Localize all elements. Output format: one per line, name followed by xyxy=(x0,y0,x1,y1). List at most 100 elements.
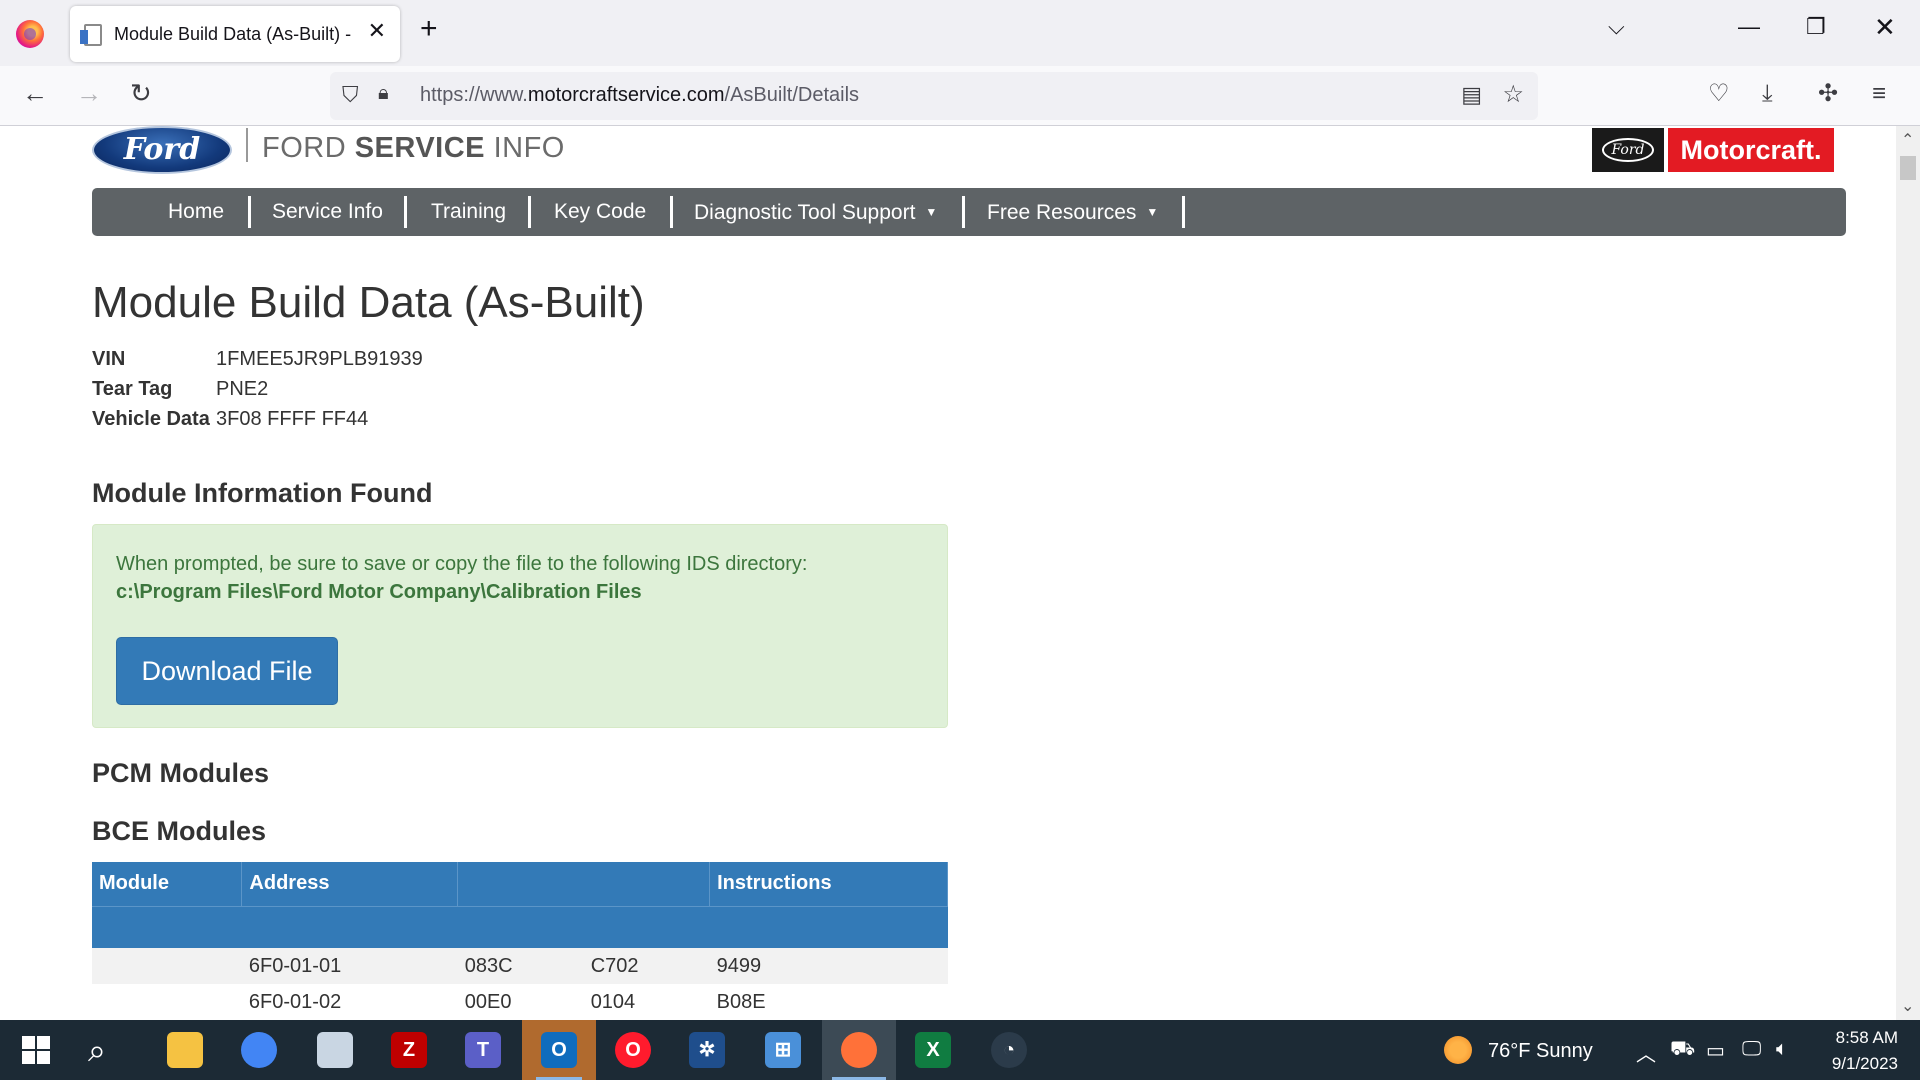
table-subheader-row xyxy=(92,906,948,948)
table-cell: 6F0-01-01 xyxy=(241,948,458,984)
table-cell: 083C xyxy=(457,948,584,984)
nav-service-info[interactable]: Service Info xyxy=(272,188,383,236)
download-file-button[interactable]: Download File xyxy=(116,637,338,705)
lock-icon[interactable]: 🔒︎ xyxy=(378,82,389,105)
taskbar-app-excel[interactable]: X xyxy=(896,1020,970,1080)
tray-chevron-up-icon[interactable]: ︿ xyxy=(1636,1038,1656,1067)
tear-tag-value: PNE2 xyxy=(216,378,269,400)
downloads-icon[interactable]: ⤓ xyxy=(1762,82,1773,106)
windows-start-icon[interactable] xyxy=(22,1036,50,1064)
window-restore-icon[interactable]: ❐ xyxy=(1806,16,1826,38)
browser-tab-active[interactable]: Module Build Data (As-Built) - Ford ✕ xyxy=(70,6,400,62)
tracking-shield-icon[interactable]: ⛉ xyxy=(342,82,359,108)
forward-arrow-icon[interactable]: → xyxy=(76,80,102,106)
nav-diagnostic-tool-support[interactable]: Diagnostic Tool Support ▼ xyxy=(694,188,937,236)
module-info-heading: Module Information Found xyxy=(92,478,433,508)
scroll-thumb[interactable] xyxy=(1900,156,1916,180)
excel-icon: X xyxy=(915,1032,951,1068)
page-scrollbar[interactable]: ⌃ ⌄ xyxy=(1896,126,1920,1020)
clock-app-icon: ◔ xyxy=(991,1032,1027,1068)
clock-date[interactable]: 9/1/2023 xyxy=(1808,1054,1898,1074)
taskbar-app-chrome[interactable] xyxy=(222,1020,296,1080)
window-close-icon[interactable]: ✕ xyxy=(1874,14,1896,40)
paint-icon xyxy=(317,1032,353,1068)
firefox-icon xyxy=(841,1032,877,1068)
nav-free-resources-label: Free Resources xyxy=(987,201,1137,224)
page-title: Module Build Data (As-Built) xyxy=(92,278,645,327)
taskbar-app-firefox[interactable] xyxy=(822,1020,896,1080)
taskbar-app-paint[interactable] xyxy=(298,1020,372,1080)
taskbar-app-network[interactable]: ⊞ xyxy=(746,1020,820,1080)
taskbar-app-opera[interactable]: O xyxy=(596,1020,670,1080)
taskbar-app-clock-app[interactable]: ◔ xyxy=(972,1020,1046,1080)
back-arrow-icon[interactable]: ← xyxy=(22,80,48,106)
weather-sun-icon[interactable] xyxy=(1444,1036,1472,1064)
table-cell xyxy=(92,984,242,1020)
hamburger-menu-icon[interactable]: ≡ xyxy=(1872,82,1886,106)
table-cell: B08E xyxy=(716,990,766,1013)
nav-key-code[interactable]: Key Code xyxy=(554,188,646,236)
nav-separator xyxy=(1182,196,1185,228)
reload-icon[interactable]: ↻ xyxy=(130,80,152,106)
nav-free-resources[interactable]: Free Resources ▼ xyxy=(987,188,1158,236)
bce-modules-heading: BCE Modules xyxy=(92,816,267,846)
firefox-logo-icon[interactable] xyxy=(16,20,44,48)
brand-bold: SERVICE xyxy=(354,132,486,164)
battery-icon[interactable]: ▭ xyxy=(1706,1038,1725,1063)
page-viewport: Ford FORD SERVICE INFO Ford Motorcraft. … xyxy=(0,126,1896,1020)
extensions-puzzle-icon[interactable]: ✣ xyxy=(1818,82,1838,106)
chrome-icon xyxy=(241,1032,277,1068)
outlook-icon: O xyxy=(541,1032,577,1068)
pcm-modules-heading: PCM Modules xyxy=(92,758,270,788)
table-cell xyxy=(92,948,242,984)
nav-separator xyxy=(404,196,407,228)
list-all-tabs-chevron-icon[interactable]: ⌵ xyxy=(1608,16,1625,38)
clock-time[interactable]: 8:58 AM xyxy=(1818,1028,1898,1048)
teams-icon: T xyxy=(465,1032,501,1068)
nav-home[interactable]: Home xyxy=(168,188,224,236)
brand-light-2: INFO xyxy=(485,132,565,164)
volume-icon[interactable]: 🔈︎ xyxy=(1776,1038,1788,1061)
table-cell: C702 xyxy=(583,948,710,984)
motorcraft-label: Motorcraft. xyxy=(1668,128,1834,172)
bce-modules-table: Module Address Instructions 6F0-01-01 08… xyxy=(92,862,948,1020)
url-host: motorcraftservice.com xyxy=(527,84,725,106)
nav-separator xyxy=(670,196,673,228)
scroll-up-icon[interactable]: ⌃ xyxy=(1901,130,1914,150)
scroll-down-icon[interactable]: ⌄ xyxy=(1901,996,1914,1016)
bookmark-star-icon[interactable]: ☆ xyxy=(1502,80,1524,109)
new-tab-plus-icon[interactable]: + xyxy=(420,14,438,44)
brand-divider xyxy=(246,128,248,162)
page-favicon-icon xyxy=(80,24,102,46)
filezilla-icon: Z xyxy=(391,1032,427,1068)
taskbar-search-icon[interactable]: ⌕ xyxy=(88,1032,106,1070)
ford-logo-text: Ford xyxy=(123,132,201,167)
nav-separator xyxy=(962,196,965,228)
tab-close-icon[interactable]: ✕ xyxy=(368,20,386,42)
taskbar-app-filezilla[interactable]: Z xyxy=(372,1020,446,1080)
network-tray-icon[interactable]: 🖵︎ xyxy=(1742,1038,1761,1061)
alert-path: c:\Program Files\Ford Motor Company\Cali… xyxy=(116,581,642,603)
ford-logo[interactable]: Ford xyxy=(92,126,232,174)
header-address: Address xyxy=(241,862,459,907)
window-minimize-icon[interactable]: — xyxy=(1738,16,1760,38)
taskbar-app-file-explorer[interactable] xyxy=(148,1020,222,1080)
table-row: 6F0-01-02 00E0 0104 B08E xyxy=(92,984,948,1020)
browser-navigation-bar: ← → ↻ ⛉ 🔒︎ https://www.motorcraftservice… xyxy=(0,66,1920,126)
taskbar-app-outlook[interactable]: O xyxy=(522,1020,596,1080)
nav-training[interactable]: Training xyxy=(431,188,506,236)
taskbar-app-teams[interactable]: T xyxy=(446,1020,520,1080)
url-prefix: https://www. xyxy=(420,84,528,106)
main-navigation: Home Service Info Training Key Code Diag… xyxy=(92,188,1846,236)
url-bar[interactable]: ⛉ 🔒︎ https://www.motorcraftservice.com/A… xyxy=(330,72,1538,120)
nav-separator xyxy=(248,196,251,228)
weather-text[interactable]: 76°F Sunny xyxy=(1488,1040,1593,1063)
tray-vpn-icon[interactable]: ⛟ xyxy=(1670,1038,1695,1063)
url-text[interactable]: https://www.motorcraftservice.com/AsBuil… xyxy=(420,84,859,107)
motorcraft-logo[interactable]: Ford Motorcraft. xyxy=(1592,128,1834,172)
reader-view-icon[interactable]: ▤ xyxy=(1461,82,1482,108)
vehicle-data-label: Vehicle Data xyxy=(92,408,210,430)
pocket-icon[interactable]: ♡ xyxy=(1708,82,1730,106)
taskbar-app-ids[interactable]: ✲ xyxy=(670,1020,744,1080)
nav-diagnostic-label: Diagnostic Tool Support xyxy=(694,201,916,224)
